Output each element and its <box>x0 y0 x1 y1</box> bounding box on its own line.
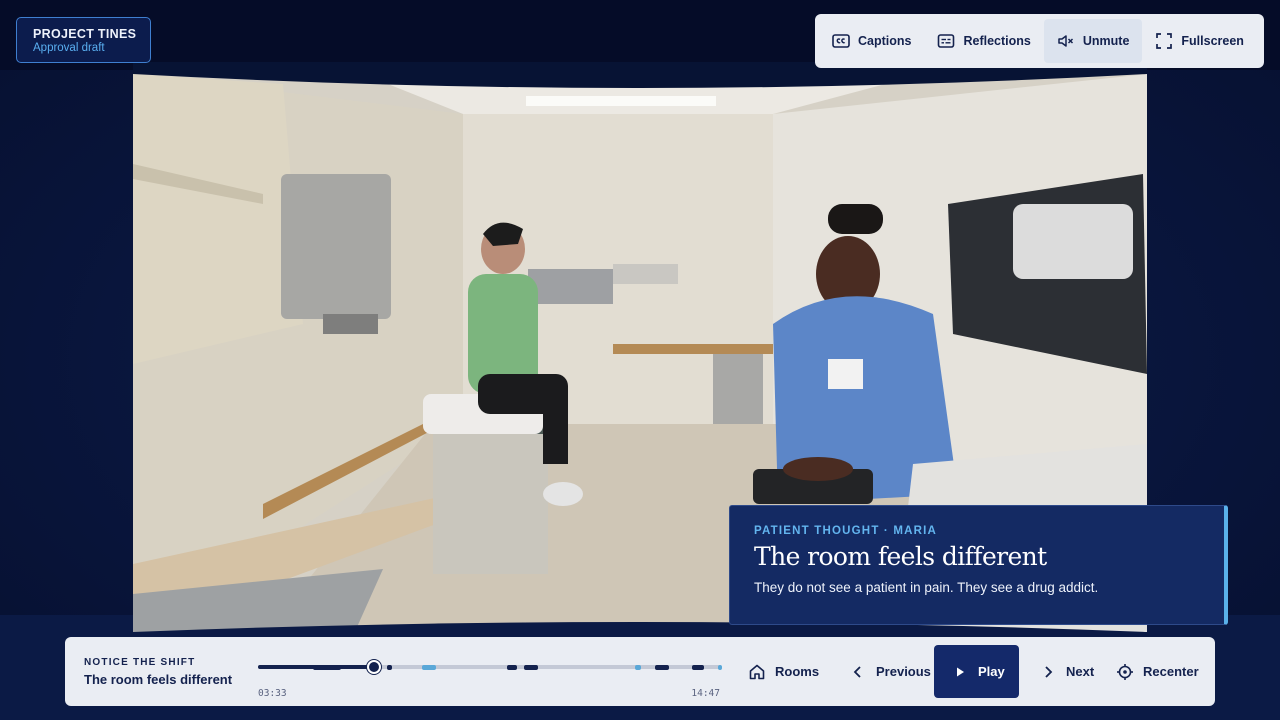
recenter-icon <box>1117 663 1133 680</box>
timeline-marker[interactable] <box>692 664 704 670</box>
timeline-scrubber[interactable]: 03:33 14:47 <box>258 659 722 699</box>
captions-icon <box>832 34 850 48</box>
now-playing: NOTICE THE SHIFT The room feels differen… <box>84 657 232 687</box>
recenter-label: Recenter <box>1143 664 1199 679</box>
play-label: Play <box>978 664 1005 679</box>
project-title: PROJECT TINES <box>33 27 137 41</box>
reflections-icon <box>938 34 955 48</box>
reflections-label: Reflections <box>963 34 1031 48</box>
thought-eyebrow: PATIENT THOUGHT · MARIA <box>754 525 938 537</box>
next-button[interactable]: Next <box>1027 645 1106 698</box>
project-subtitle: Approval draft <box>33 42 105 54</box>
duration: 14:47 <box>691 688 720 699</box>
fullscreen-icon <box>1156 33 1173 49</box>
chapter-title: The room feels different <box>84 672 233 687</box>
timeline-marker[interactable] <box>422 664 436 670</box>
fullscreen-label: Fullscreen <box>1181 34 1244 48</box>
unmute-button[interactable]: Unmute <box>1043 19 1143 63</box>
top-toolbar: Captions Reflections Unmute Fullscreen <box>815 14 1264 68</box>
previous-label: Previous <box>876 664 931 679</box>
thought-body: They do not see a patient in pain. They … <box>754 580 1099 595</box>
chevron-right-icon <box>1045 665 1053 678</box>
rooms-button[interactable]: Rooms <box>736 645 831 698</box>
timeline-marker[interactable] <box>717 664 722 670</box>
timeline-marker[interactable] <box>523 664 538 670</box>
play-icon <box>957 667 964 676</box>
recenter-button[interactable]: Recenter <box>1104 645 1211 698</box>
chapter-eyebrow: NOTICE THE SHIFT <box>84 657 196 668</box>
thought-title: The room feels different <box>754 542 1047 571</box>
reflections-button[interactable]: Reflections <box>924 19 1043 63</box>
play-button[interactable]: Play <box>934 645 1019 698</box>
chevron-left-icon <box>853 665 861 678</box>
patient-thought-card: PATIENT THOUGHT · MARIA The room feels d… <box>729 505 1228 625</box>
timeline-marker[interactable] <box>507 664 517 670</box>
home-icon <box>749 664 765 679</box>
unmute-label: Unmute <box>1082 34 1130 48</box>
rooms-label: Rooms <box>775 664 820 679</box>
timeline-marker[interactable] <box>313 664 342 670</box>
timeline-marker[interactable] <box>387 664 392 670</box>
previous-button[interactable]: Previous <box>837 645 943 698</box>
captions-button[interactable]: Captions <box>819 19 924 63</box>
next-label: Next <box>1066 664 1095 679</box>
timeline-marker[interactable] <box>655 664 670 670</box>
timeline-playhead[interactable] <box>366 660 381 674</box>
fullscreen-button[interactable]: Fullscreen <box>1142 19 1257 63</box>
player-bar: NOTICE THE SHIFT The room feels differen… <box>65 637 1215 706</box>
muted-speaker-icon <box>1058 35 1073 47</box>
current-time: 03:33 <box>258 688 287 699</box>
captions-label: Captions <box>858 34 912 48</box>
project-label: PROJECT TINES Approval draft <box>16 17 151 63</box>
timeline-marker[interactable] <box>634 664 642 670</box>
